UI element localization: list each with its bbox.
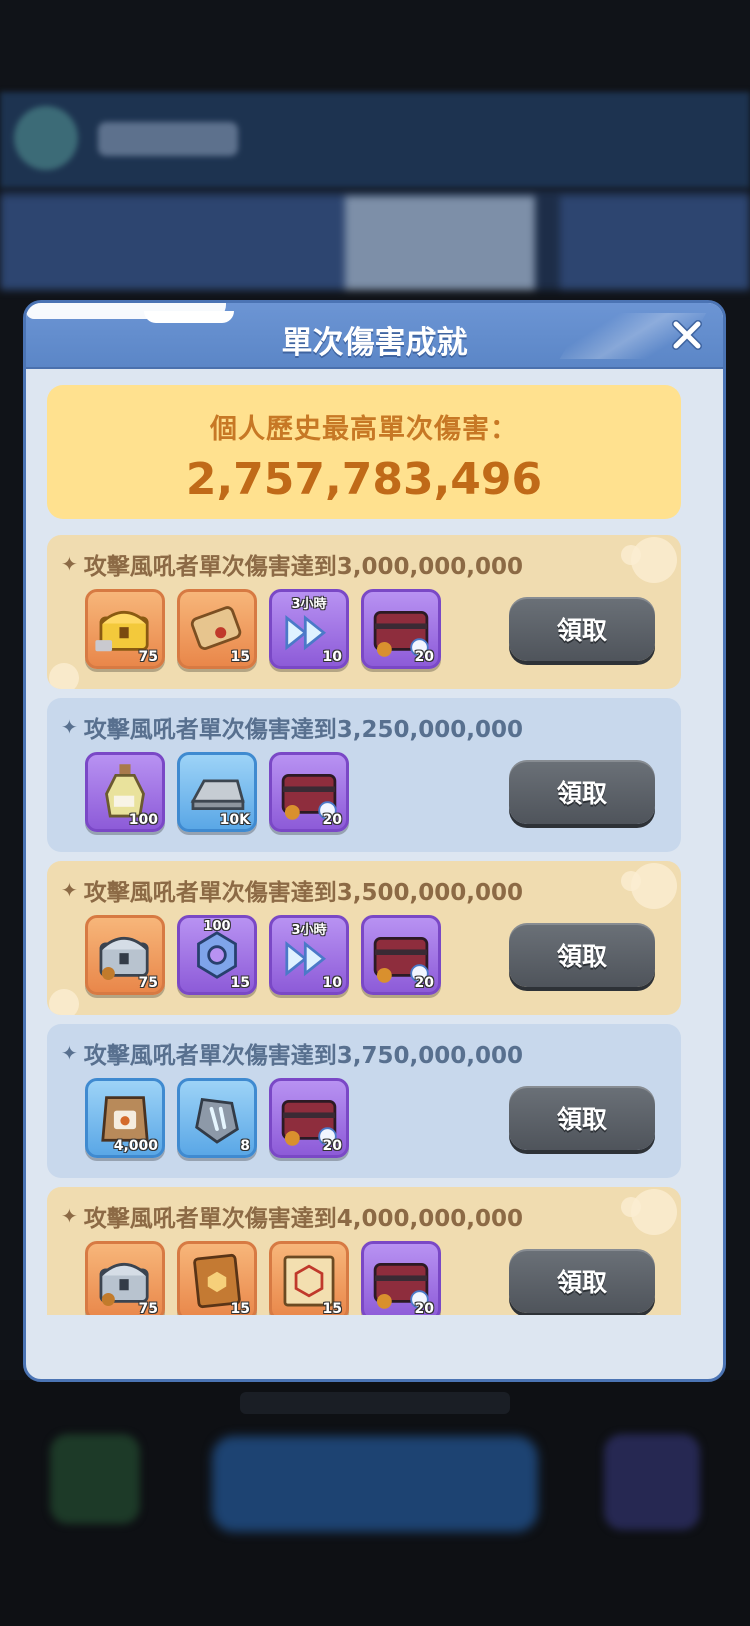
reward-quantity: 10K bbox=[219, 812, 250, 828]
reward-items: 75 100 15 3小時 10 20 bbox=[85, 915, 441, 995]
reward-item[interactable]: 15 bbox=[269, 1241, 349, 1315]
achievement-row: ✦ 攻擊風吼者單次傷害達到3,000,000,000 75 15 3小時 10 20 領取 bbox=[47, 535, 681, 689]
achievement-list[interactable]: ✦ 攻擊風吼者單次傷害達到3,000,000,000 75 15 3小時 10 20 領取 ✦ 攻… bbox=[47, 535, 681, 1315]
reward-item[interactable]: 15 bbox=[177, 589, 257, 669]
achievement-title: ✦ 攻擊風吼者單次傷害達到3,500,000,000 bbox=[61, 873, 523, 907]
star-bullet-icon: ✦ bbox=[61, 715, 78, 739]
claim-button[interactable]: 領取 bbox=[509, 760, 655, 824]
reward-item[interactable]: 15 bbox=[177, 1241, 257, 1315]
reward-items: 75 15 15 20 bbox=[85, 1241, 441, 1315]
claim-button[interactable]: 領取 bbox=[509, 1086, 655, 1150]
reward-quantity: 4,000 bbox=[113, 1138, 158, 1154]
reward-quantity: 20 bbox=[322, 812, 342, 828]
reward-top-label: 100 bbox=[203, 919, 231, 934]
star-bullet-icon: ✦ bbox=[61, 1041, 78, 1065]
achievement-row: ✦ 攻擊風吼者單次傷害達到4,000,000,000 75 15 15 20 領取 bbox=[47, 1187, 681, 1315]
reward-quantity: 75 bbox=[138, 649, 158, 665]
claim-button[interactable]: 領取 bbox=[509, 923, 655, 987]
reward-item[interactable]: 75 bbox=[85, 915, 165, 995]
reward-top-label: 3小時 bbox=[291, 597, 327, 612]
claim-button[interactable]: 領取 bbox=[509, 1249, 655, 1313]
reward-item[interactable]: 20 bbox=[361, 1241, 441, 1315]
reward-item[interactable]: 20 bbox=[269, 1078, 349, 1158]
reward-items: 75 15 3小時 10 20 bbox=[85, 589, 441, 669]
star-bullet-icon: ✦ bbox=[61, 878, 78, 902]
reward-quantity: 15 bbox=[230, 1301, 250, 1315]
reward-quantity: 20 bbox=[414, 1301, 434, 1315]
achievement-title: ✦ 攻擊風吼者單次傷害達到3,750,000,000 bbox=[61, 1036, 523, 1070]
reward-item[interactable]: 75 bbox=[85, 589, 165, 669]
background-action-button bbox=[212, 1436, 538, 1532]
reward-quantity: 20 bbox=[322, 1138, 342, 1154]
reward-quantity: 10 bbox=[322, 975, 342, 991]
achievement-title-text: 攻擊風吼者單次傷害達到3,500,000,000 bbox=[83, 880, 524, 906]
reward-quantity: 15 bbox=[230, 975, 250, 991]
achievement-title-text: 攻擊風吼者單次傷害達到4,000,000,000 bbox=[83, 1206, 524, 1232]
background-boss-tabs bbox=[0, 190, 750, 290]
background-bottom-bar bbox=[0, 1380, 750, 1626]
modal-header: 單次傷害成就 bbox=[26, 303, 723, 369]
reward-item[interactable]: 20 bbox=[361, 589, 441, 669]
achievement-title-text: 攻擊風吼者單次傷害達到3,250,000,000 bbox=[83, 717, 524, 743]
reward-quantity: 15 bbox=[230, 649, 250, 665]
reward-item[interactable]: 10K bbox=[177, 752, 257, 832]
reward-item[interactable]: 100 bbox=[85, 752, 165, 832]
star-bullet-icon: ✦ bbox=[61, 1204, 78, 1228]
reward-items: 100 10K 20 bbox=[85, 752, 349, 832]
reward-item[interactable]: 4,000 bbox=[85, 1078, 165, 1158]
reward-item[interactable]: 20 bbox=[361, 915, 441, 995]
background-trophy-icon bbox=[604, 1434, 700, 1530]
background-emblem-icon bbox=[14, 106, 78, 170]
claim-button[interactable]: 領取 bbox=[509, 597, 655, 661]
reward-quantity: 75 bbox=[138, 975, 158, 991]
achievement-title: ✦ 攻擊風吼者單次傷害達到4,000,000,000 bbox=[61, 1199, 523, 1233]
reward-item[interactable]: 3小時 10 bbox=[269, 915, 349, 995]
reward-quantity: 75 bbox=[138, 1301, 158, 1315]
achievement-title: ✦ 攻擊風吼者單次傷害達到3,250,000,000 bbox=[61, 710, 523, 744]
reward-top-label: 3小時 bbox=[291, 923, 327, 938]
reward-item[interactable]: 8 bbox=[177, 1078, 257, 1158]
close-icon bbox=[672, 320, 702, 350]
achievement-title: ✦ 攻擊風吼者單次傷害達到3,000,000,000 bbox=[61, 547, 523, 581]
reward-item[interactable]: 75 bbox=[85, 1241, 165, 1315]
achievement-row: ✦ 攻擊風吼者單次傷害達到3,500,000,000 75 100 15 3小時 10 20 領… bbox=[47, 861, 681, 1015]
achievement-modal: 單次傷害成就 個人歷史最高單次傷害： 2,757,783,496 ✦ 攻擊風吼者單… bbox=[23, 300, 726, 1382]
reward-items: 4,000 8 20 bbox=[85, 1078, 349, 1158]
reward-item[interactable]: 100 15 bbox=[177, 915, 257, 995]
background-top-bar bbox=[0, 92, 750, 188]
reward-quantity: 15 bbox=[322, 1301, 342, 1315]
record-label: 個人歷史最高單次傷害： bbox=[210, 414, 518, 445]
modal-title: 單次傷害成就 bbox=[281, 325, 468, 361]
achievement-title-text: 攻擊風吼者單次傷害達到3,000,000,000 bbox=[83, 554, 524, 580]
reward-quantity: 100 bbox=[128, 812, 158, 828]
reward-quantity: 20 bbox=[414, 975, 434, 991]
reward-item[interactable]: 20 bbox=[269, 752, 349, 832]
achievement-row: ✦ 攻擊風吼者單次傷害達到3,750,000,000 4,000 8 20 領取 bbox=[47, 1024, 681, 1178]
record-box: 個人歷史最高單次傷害： 2,757,783,496 bbox=[47, 385, 681, 519]
record-value: 2,757,783,496 bbox=[185, 454, 543, 505]
achievement-row: ✦ 攻擊風吼者單次傷害達到3,250,000,000 100 10K 20 領取 bbox=[47, 698, 681, 852]
reward-quantity: 10 bbox=[322, 649, 342, 665]
background-check-icon bbox=[50, 1434, 140, 1524]
star-bullet-icon: ✦ bbox=[61, 552, 78, 576]
close-button[interactable] bbox=[665, 313, 709, 357]
reward-quantity: 8 bbox=[240, 1138, 250, 1154]
achievement-title-text: 攻擊風吼者單次傷害達到3,750,000,000 bbox=[83, 1043, 524, 1069]
reward-item[interactable]: 3小時 10 bbox=[269, 589, 349, 669]
reward-quantity: 20 bbox=[414, 649, 434, 665]
